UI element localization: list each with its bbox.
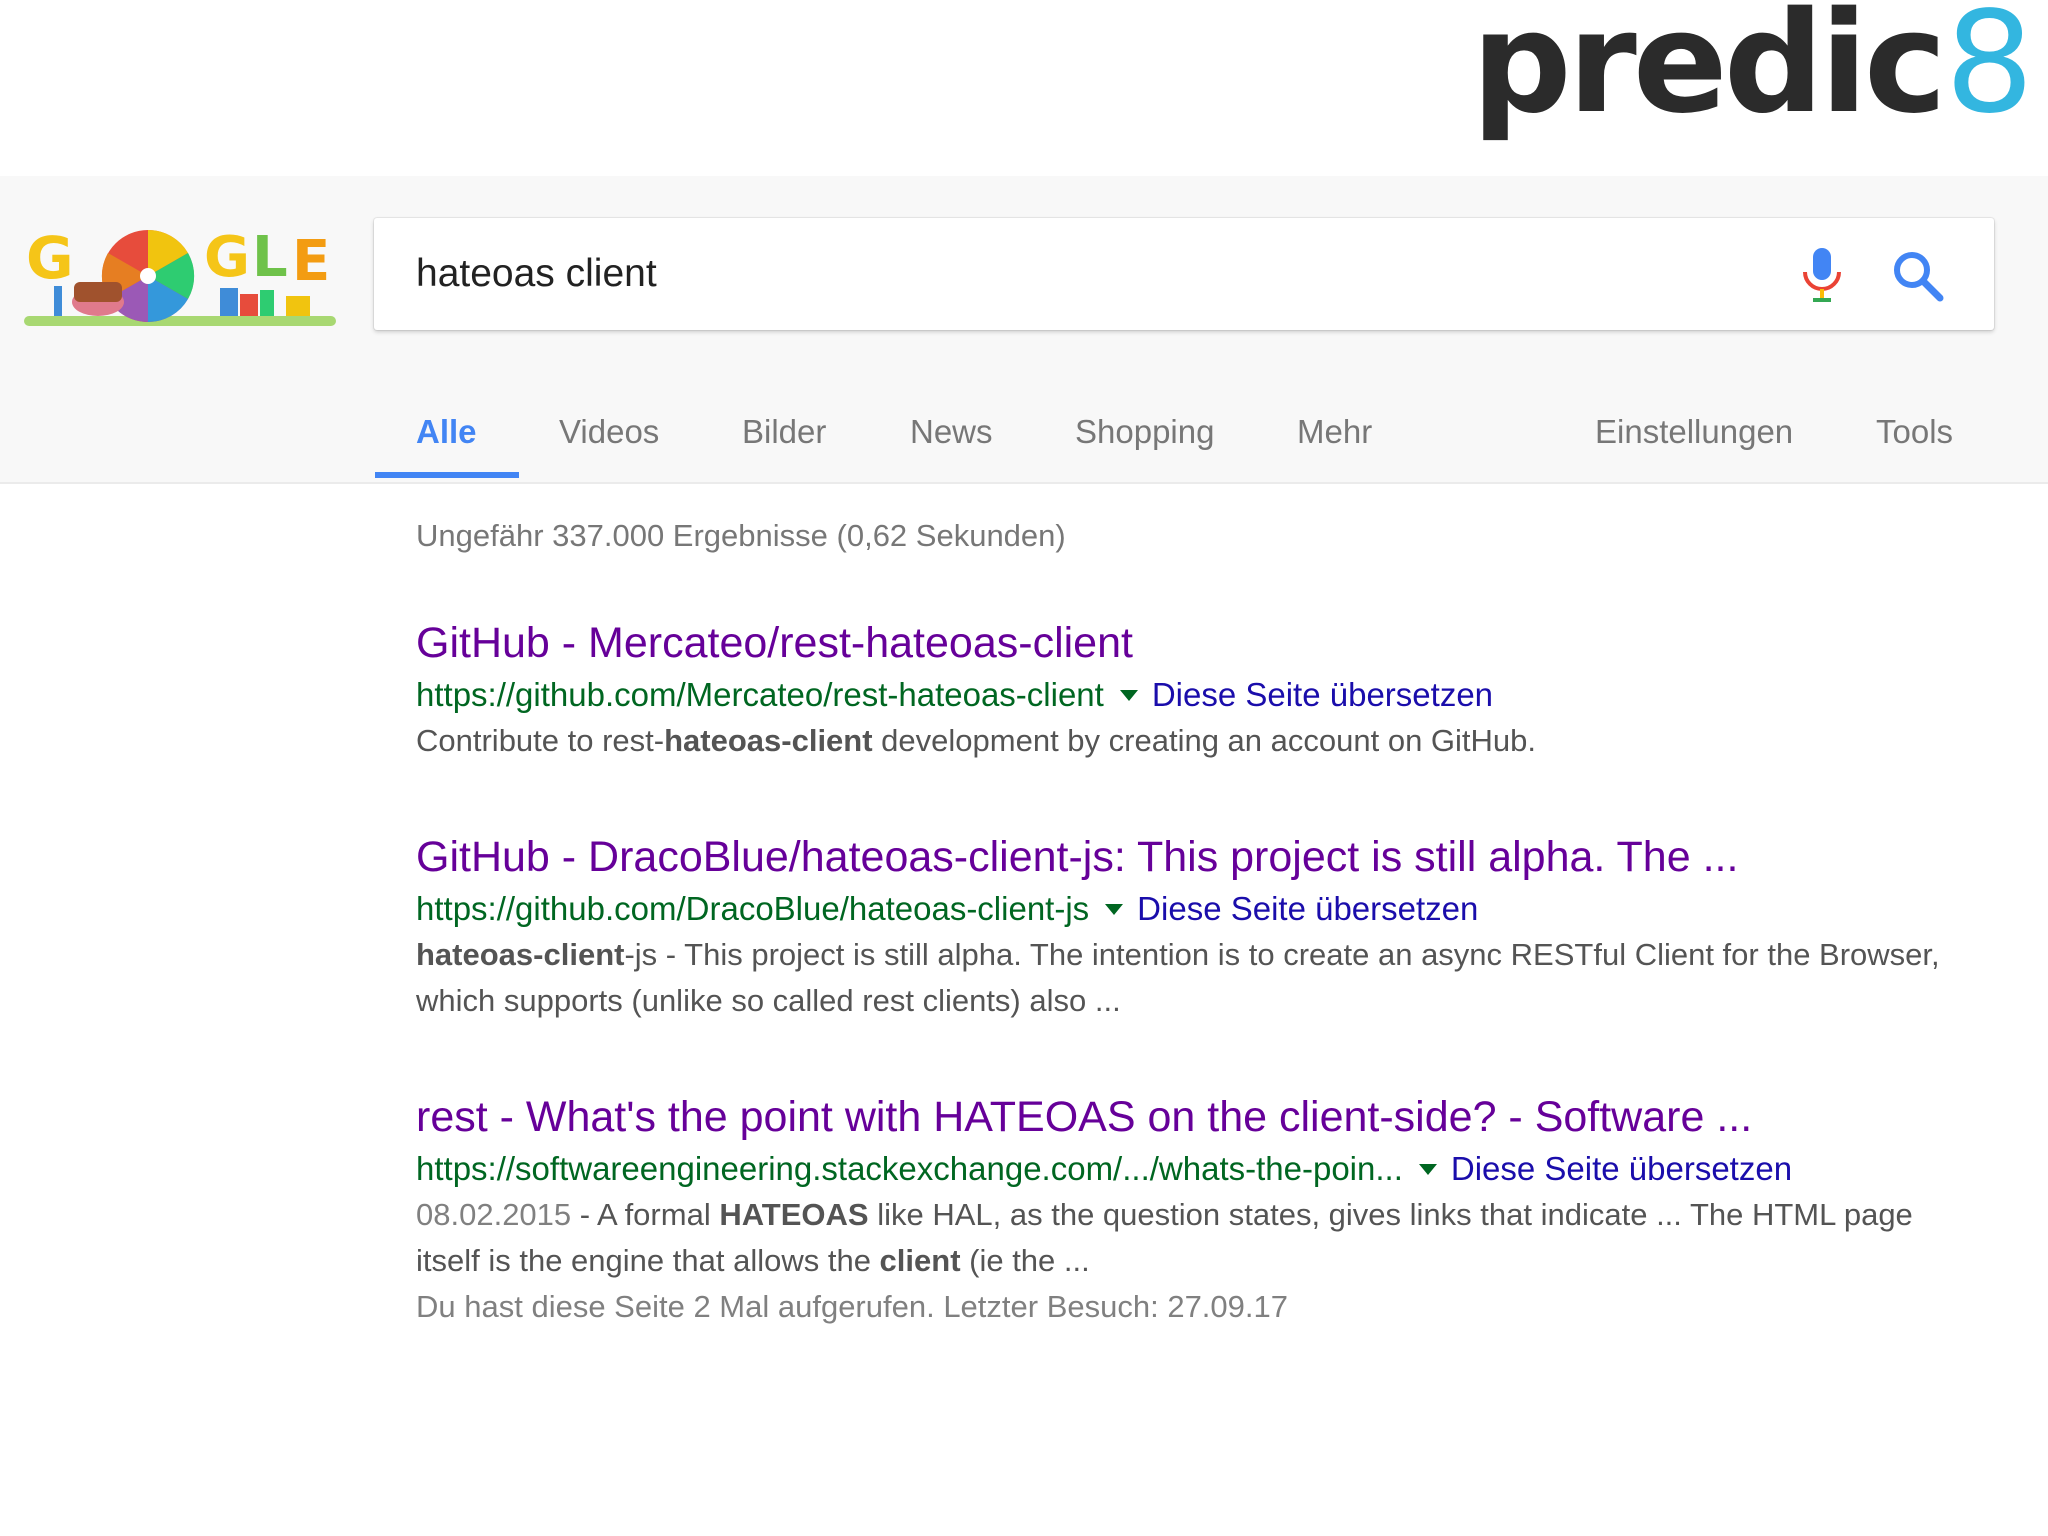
result-url-line: https://softwareengineering.stackexchang…	[416, 1146, 1976, 1192]
search-input[interactable]	[416, 240, 1716, 308]
translate-link[interactable]: Diese Seite übersetzen	[1152, 676, 1493, 714]
svg-text:L: L	[252, 225, 288, 290]
caret-down-icon[interactable]	[1418, 1163, 1437, 1175]
result-title-link[interactable]: GitHub - DracoBlue/hateoas-client-js: Th…	[416, 830, 1976, 884]
microphone-icon[interactable]	[1794, 246, 1850, 306]
result-stats: Ungefähr 337.000 Ergebnisse (0,62 Sekund…	[416, 518, 1066, 553]
result-date: 08.02.2015	[416, 1197, 572, 1232]
tab-mehr[interactable]: Mehr	[1297, 382, 1372, 482]
result-url: https://softwareengineering.stackexchang…	[416, 1150, 1403, 1187]
result-snippet: hateoas-client-js - This project is stil…	[416, 937, 1940, 1018]
result-title-link[interactable]: GitHub - Mercateo/rest-hateoas-client	[416, 616, 1976, 670]
logo-digit: 8	[1944, 0, 2034, 145]
tab-tools[interactable]: Tools	[1876, 382, 1953, 482]
svg-text:E: E	[292, 229, 330, 294]
svg-text:G: G	[204, 225, 250, 290]
tab-bilder[interactable]: Bilder	[742, 382, 826, 482]
svg-text:G: G	[26, 224, 74, 292]
logo-text: predic	[1471, 0, 1947, 145]
tab-einstellungen[interactable]: Einstellungen	[1595, 382, 1793, 482]
tab-shopping[interactable]: Shopping	[1075, 382, 1214, 482]
tab-news[interactable]: News	[910, 382, 993, 482]
translate-link[interactable]: Diese Seite übersetzen	[1137, 890, 1478, 928]
search-result: GitHub - Mercateo/rest-hateoas-client ht…	[416, 616, 1976, 764]
result-url-line: https://github.com/Mercateo/rest-hateoas…	[416, 672, 1976, 718]
result-snippet: 08.02.2015 - A formal HATEOAS like HAL, …	[416, 1197, 1913, 1278]
result-title-link[interactable]: rest - What's the point with HATEOAS on …	[416, 1090, 1976, 1144]
serp-header: G G L E A	[0, 176, 2048, 484]
translate-link[interactable]: Diese Seite übersetzen	[1451, 1150, 1792, 1188]
google-doodle-icon[interactable]: G G L E	[24, 224, 336, 330]
magnifier-icon[interactable]	[1890, 248, 1946, 304]
tab-alle[interactable]: Alle	[416, 382, 477, 482]
result-url-line: https://github.com/DracoBlue/hateoas-cli…	[416, 886, 1976, 932]
search-result: rest - What's the point with HATEOAS on …	[416, 1090, 1976, 1330]
caret-down-icon[interactable]	[1119, 689, 1138, 701]
visited-note: Du hast diese Seite 2 Mal aufgerufen. Le…	[416, 1289, 1288, 1324]
search-result: GitHub - DracoBlue/hateoas-client-js: Th…	[416, 830, 1976, 1024]
result-snippet: Contribute to rest-hateoas-client develo…	[416, 723, 1537, 758]
brand-bar: predic8	[0, 0, 2048, 176]
search-tabs: Alle Videos Bilder News Shopping Mehr Ei…	[0, 382, 2048, 482]
active-tab-indicator	[375, 472, 519, 478]
predic8-logo: predic8	[1472, 0, 2034, 134]
result-url: https://github.com/Mercateo/rest-hateoas…	[416, 676, 1104, 713]
caret-down-icon[interactable]	[1105, 903, 1124, 915]
tab-videos[interactable]: Videos	[559, 382, 659, 482]
search-box	[374, 218, 1994, 330]
result-url: https://github.com/DracoBlue/hateoas-cli…	[416, 890, 1090, 927]
